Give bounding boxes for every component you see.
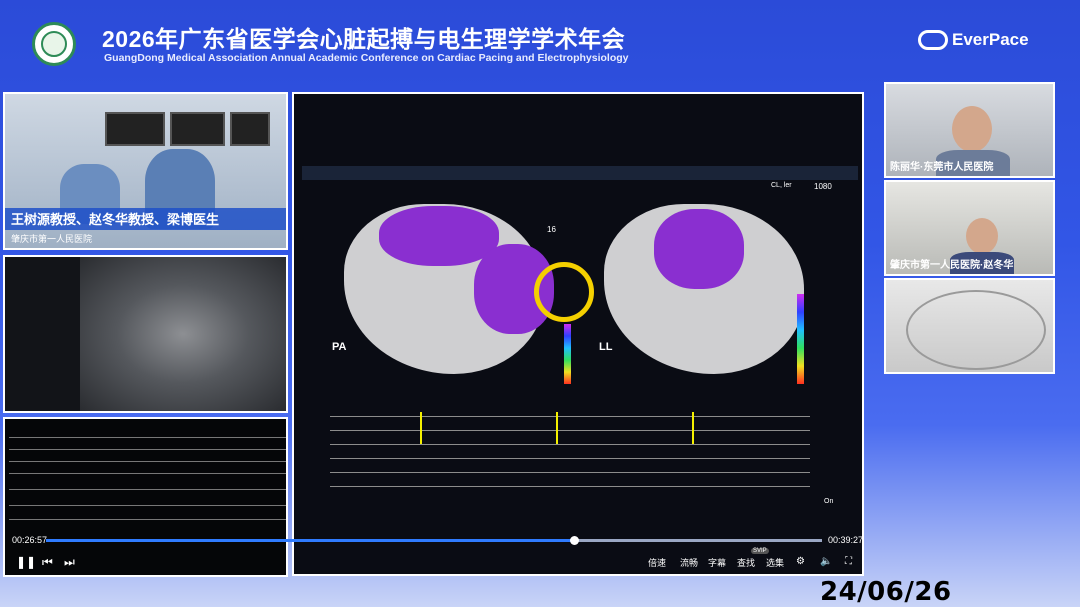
fullscreen-icon[interactable]: ⛶ (845, 556, 852, 567)
egm-channel (330, 486, 810, 487)
conference-subtitle: GuangDong Medical Association Annual Aca… (104, 52, 629, 64)
lesion-count: 16 (547, 225, 556, 234)
egm-channel (330, 444, 810, 445)
egm-spike (420, 412, 422, 444)
hospital-caption: 肇庆市第一人民医院 (11, 234, 93, 244)
search-button[interactable]: 查找 (737, 556, 755, 569)
egm-channel (330, 430, 810, 431)
stim-on-label[interactable]: On (824, 498, 833, 505)
fluoroscopy-feed[interactable] (3, 255, 288, 413)
select-episode-button[interactable]: 选集 (766, 556, 784, 569)
cycle-length-label: CL, ler (771, 182, 792, 189)
participant-face (966, 218, 998, 254)
camera-label: 肇庆市第一人民医院·赵冬华 (890, 260, 1014, 271)
camera-label: 陈丽华·东莞市人民医院 (890, 162, 994, 173)
operators-caption: 王树源教授、赵冬华教授、梁博医生 (11, 212, 220, 227)
current-time: 00:26:57 (12, 535, 48, 545)
ecg-trace (9, 505, 286, 506)
quality-button[interactable]: 流畅 (680, 556, 698, 569)
conference-title: 2026年广东省医学会心脏起搏与电生理学学术年会 (102, 26, 626, 52)
seek-bar-fill (46, 539, 574, 542)
mapping-toolbar[interactable] (302, 166, 858, 180)
everpace-logo: EverPace (918, 30, 1029, 50)
everpace-mark-icon (918, 30, 948, 50)
room-monitor (170, 112, 225, 146)
ecg-trace (9, 489, 286, 490)
camera-feed[interactable] (884, 278, 1055, 374)
participant-face (952, 106, 992, 152)
camera-feed[interactable]: 肇庆市第一人民医院·赵冬华 (884, 180, 1055, 276)
total-time: 00:39:27 (828, 535, 864, 545)
ecg-trace (9, 519, 286, 520)
egm-channel (330, 416, 810, 417)
brand-name: EverPace (952, 30, 1029, 49)
egm-spike (692, 412, 694, 444)
catheter-tip-target (534, 262, 594, 322)
pause-icon[interactable]: ❚❚ (16, 555, 36, 569)
svip-badge: SVIP (751, 548, 769, 554)
voltage-color-scale (797, 294, 804, 384)
ecg-recording-feed[interactable] (3, 417, 288, 577)
room-monitor (105, 112, 165, 146)
ecg-trace (9, 473, 286, 474)
seek-knob[interactable] (570, 536, 579, 545)
subtitle-button[interactable]: 字幕 (708, 556, 726, 569)
catheter-closeup (906, 290, 1046, 370)
mapping-system-screen[interactable]: PA LL 16 CL, ler 1080 On (292, 92, 864, 576)
ecg-trace (9, 461, 286, 462)
ablation-lesion-area (379, 206, 499, 266)
conference-header: 2026年广东省医学会心脏起搏与电生理学学术年会 GuangDong Medic… (0, 0, 1080, 80)
voltage-color-scale (564, 324, 571, 384)
egm-spike (556, 412, 558, 444)
next-icon[interactable]: ⏭ (64, 555, 75, 570)
fluoro-info-panel (5, 257, 80, 411)
ablation-lesion-area (654, 209, 744, 289)
ecg-trace (9, 449, 286, 450)
camera-feed[interactable]: 陈丽华·东莞市人民医院 (884, 82, 1055, 178)
volume-icon[interactable]: 🔈 (820, 556, 832, 567)
settings-icon[interactable]: ⚙ (796, 556, 805, 567)
view-label-ll: LL (599, 341, 613, 353)
egm-channel (330, 458, 810, 459)
ecg-trace (9, 437, 286, 438)
view-label-pa: PA (332, 341, 347, 353)
speed-button[interactable]: 倍速 (648, 556, 666, 569)
egm-channel (330, 472, 810, 473)
operating-room-feed[interactable]: 王树源教授、赵冬华教授、梁博医生 肇庆市第一人民医院 (3, 92, 288, 250)
association-seal-icon (32, 22, 76, 66)
previous-icon[interactable]: ⏮ (42, 555, 53, 570)
room-monitor (230, 112, 270, 146)
broadcast-timestamp: 24/06/26 14:01:02 (820, 577, 952, 607)
fluoroscopy-image (80, 257, 286, 411)
cycle-length-value: 1080 (814, 182, 832, 191)
